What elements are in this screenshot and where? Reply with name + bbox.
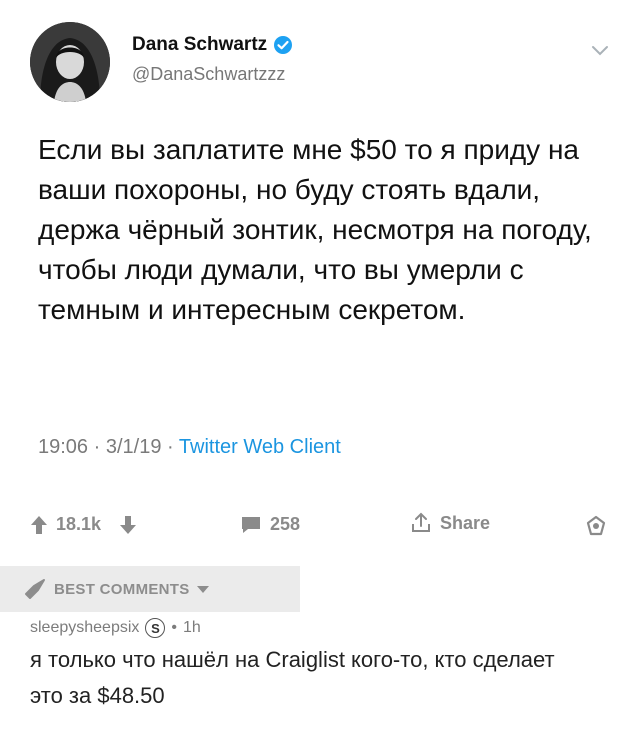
chevron-down-icon[interactable] (590, 44, 610, 58)
share-icon (412, 512, 430, 532)
comments-button[interactable]: 258 (240, 514, 300, 535)
verified-badge-icon (274, 36, 293, 54)
comment-age: 1h (183, 619, 201, 636)
post-actions-bar: 18.1k 258 Share (0, 496, 620, 556)
comment-meta: sleepysheepsix S • 1h (30, 618, 201, 638)
tweet-text: Если вы заплатите мне $50 то я приду на … (38, 134, 592, 325)
share-button[interactable]: Share (410, 512, 490, 534)
tweet-time[interactable]: 19:06 (38, 436, 88, 458)
tweet-meta: 19:06 · 3/1/19 · Twitter Web Client (38, 436, 341, 459)
author-handle[interactable]: @DanaSchwartzzz (132, 64, 285, 85)
meta-separator: • (171, 619, 178, 636)
comment-username[interactable]: sleepysheepsix (30, 619, 139, 637)
author-name[interactable]: Dana Schwartz (132, 34, 267, 56)
tweet-card: Dana Schwartz @DanaSchwartzzz Если вы за… (0, 0, 620, 480)
author-avatar[interactable] (30, 22, 110, 102)
comment-count: 258 (270, 514, 301, 534)
sort-label: BEST COMMENTS (54, 580, 190, 598)
caret-down-icon (196, 586, 209, 593)
award-icon[interactable] (584, 514, 608, 538)
comments-section: BEST COMMENTS sleepysheepsix S • 1h я то… (0, 556, 620, 732)
tweet-source[interactable]: Twitter Web Client (179, 436, 341, 458)
sort-bar[interactable]: BEST COMMENTS (0, 566, 300, 612)
upvote-count: 18.1k (56, 514, 102, 534)
meta-separator: · (167, 436, 174, 458)
user-flair: S (145, 618, 166, 638)
author-name-row: Dana Schwartz (132, 34, 293, 56)
comment: sleepysheepsix S • 1h я только что нашёл… (0, 612, 620, 732)
comment-icon (242, 516, 260, 533)
downvote-icon[interactable] (119, 515, 137, 535)
upvote-icon[interactable] (30, 515, 48, 535)
vote-group: 18.1k (30, 514, 137, 535)
meta-separator: · (93, 436, 101, 458)
comment-text: я только что нашёл на Craiglist кого-то,… (30, 647, 555, 708)
tweet-date[interactable]: 3/1/19 (106, 436, 162, 458)
share-label: Share (440, 512, 491, 533)
rocket-icon (25, 579, 45, 599)
